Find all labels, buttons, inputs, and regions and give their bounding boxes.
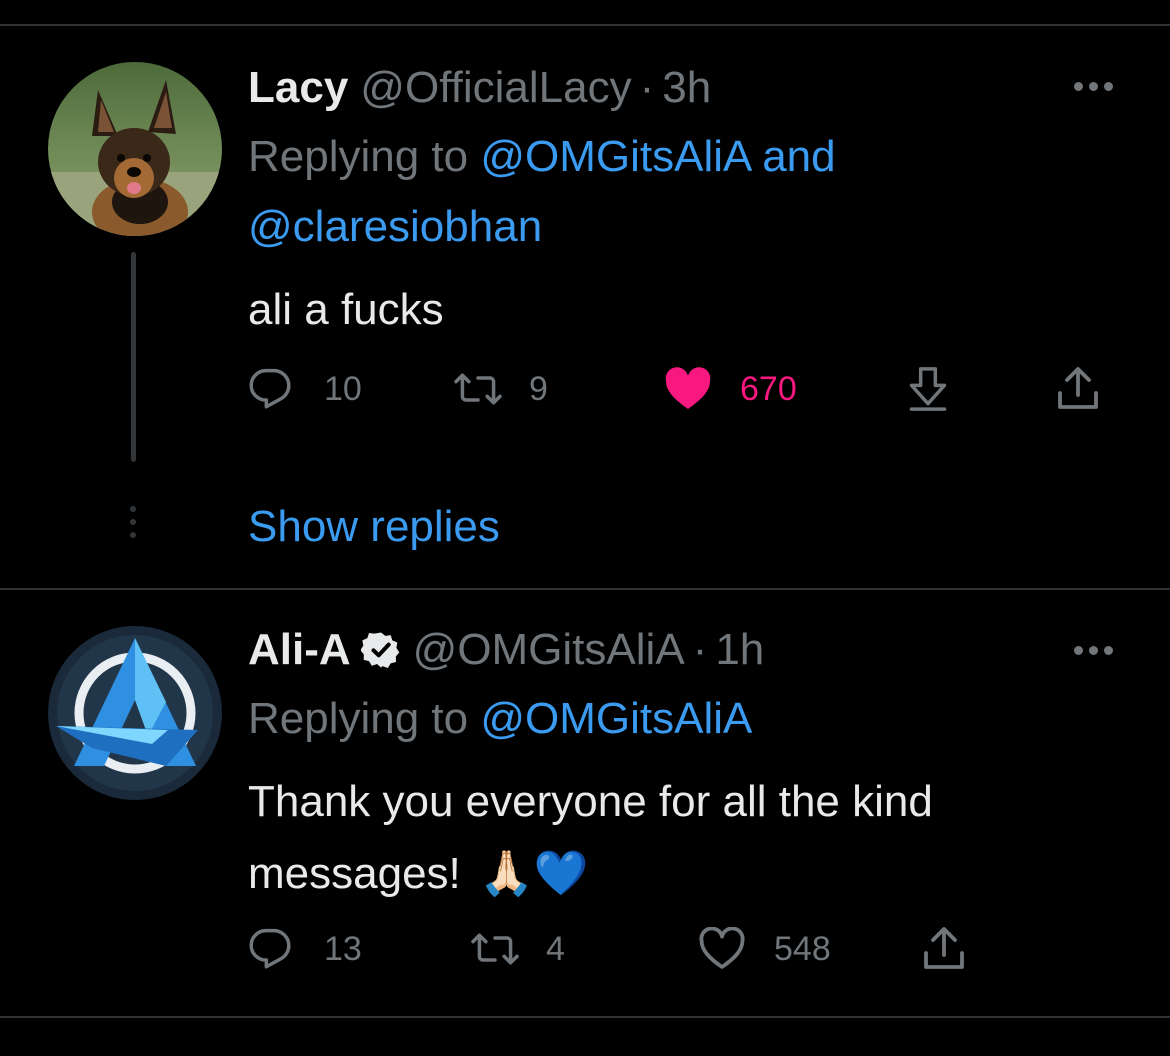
display-name[interactable]: Ali-A [248,622,351,678]
more-dots-icon[interactable] [1072,640,1116,660]
like-count: 548 [774,929,831,968]
timestamp[interactable]: 1h [715,622,764,678]
mention-link[interactable]: @OMGitsAliA [480,694,752,743]
top-divider [0,24,1170,26]
like-button[interactable]: 548 [698,924,831,974]
retweet-button[interactable]: 4 [470,924,565,974]
replying-conjunction: and [762,132,836,181]
replying-prefix: Replying to [248,694,469,743]
share-button[interactable] [920,924,968,974]
retweet-count: 9 [529,369,548,408]
replying-to: Replying to @OMGitsAliA [248,684,1108,754]
avatar-ali-a[interactable] [48,626,222,800]
tweet-text-line: Thank you everyone for all the kind [248,777,933,826]
bottom-divider [0,1016,1170,1018]
reply-count: 13 [324,929,362,968]
tweet-text: Thank you everyone for all the kind mess… [248,766,1128,910]
reply-count: 10 [324,369,362,408]
tweet-header: Lacy @OfficialLacy · 3h [248,60,711,116]
bookmark-button[interactable] [906,364,950,414]
mention-link[interactable]: @OMGitsAliA [480,132,750,181]
more-dots-icon[interactable] [1072,76,1116,96]
tweet-header: Ali-A @OMGitsAliA · 1h [248,622,764,678]
like-count: 670 [740,369,797,408]
tweet-actions: 10 9 670 [248,364,1108,414]
share-icon [1058,367,1098,409]
replying-prefix: Replying to [248,132,469,181]
display-name[interactable]: Lacy [248,60,348,116]
separator: · [639,63,655,112]
handle[interactable]: @OfficialLacy [360,60,631,116]
retweet-icon [471,933,519,965]
like-button[interactable]: 670 [664,364,797,414]
verified-badge-icon [360,632,399,668]
retweet-count: 4 [546,929,565,968]
reply-button[interactable]: 13 [248,924,362,974]
reply-icon [249,928,291,969]
thread-line [131,252,136,462]
heart-filled-icon [665,367,711,409]
retweet-button[interactable]: 9 [453,364,548,414]
ali-a-logo-avatar [48,626,222,800]
reply-button[interactable]: 10 [248,364,362,414]
thread-dots [128,506,138,542]
tweet-text: ali a fucks [248,285,444,334]
reply-icon [249,368,291,409]
share-icon [924,927,964,969]
emoji: 🙏🏻💙 [479,849,589,898]
avatar-lacy[interactable] [48,62,222,236]
retweet-icon [454,373,502,405]
show-replies-link[interactable]: Show replies [248,500,500,554]
mention-link[interactable]: @claresiobhan [248,202,542,251]
handle[interactable]: @OMGitsAliA [413,622,685,678]
tweet-actions: 13 4 548 [248,924,1008,974]
replying-to: Replying to @OMGitsAliA and @claresiobha… [248,122,1108,262]
timestamp[interactable]: 3h [662,60,711,116]
separator: · [692,625,708,674]
heart-outline-icon [699,927,745,969]
tweet-divider [0,588,1170,590]
german-shepherd-puppy-avatar [48,62,222,236]
tweet-text-line: messages! [248,849,461,898]
share-button[interactable] [1054,364,1102,414]
download-icon [909,367,947,411]
